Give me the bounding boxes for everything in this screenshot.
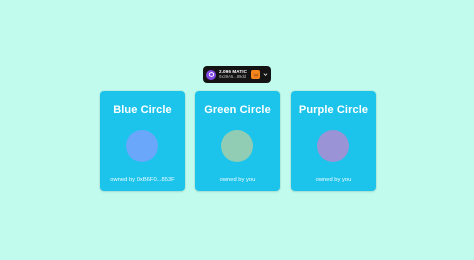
card-title: Green Circle: [204, 104, 271, 116]
card-owner: owned by 0xB6F0...853F: [110, 177, 175, 183]
chevron-down-icon: [263, 73, 268, 76]
card-owner: owned by you: [219, 177, 256, 183]
card-title: Purple Circle: [298, 104, 369, 116]
polygon-icon: [206, 69, 216, 80]
nft-card-purple-circle[interactable]: Purple Circle owned by you: [291, 91, 376, 191]
card-owner: owned by you: [315, 177, 352, 183]
nft-card-green-circle[interactable]: Green Circle owned by you: [195, 91, 280, 191]
card-title: Blue Circle: [113, 104, 172, 116]
circle-image: [221, 130, 253, 162]
nft-card-blue-circle[interactable]: Blue Circle owned by 0xB6F0...853F: [100, 91, 185, 191]
page: 2.096 MATIC 0x39A5...89dd Blue Circle ow…: [0, 0, 474, 260]
wallet-connect-button[interactable]: 2.096 MATIC 0x39A5...89dd: [203, 66, 271, 83]
wallet-info: 2.096 MATIC 0x39A5...89dd: [219, 69, 248, 80]
metamask-fox-icon: [251, 70, 260, 79]
circle-image: [317, 130, 349, 162]
wallet-address: 0x39A5...89dd: [219, 74, 247, 80]
circle-image: [126, 130, 158, 162]
